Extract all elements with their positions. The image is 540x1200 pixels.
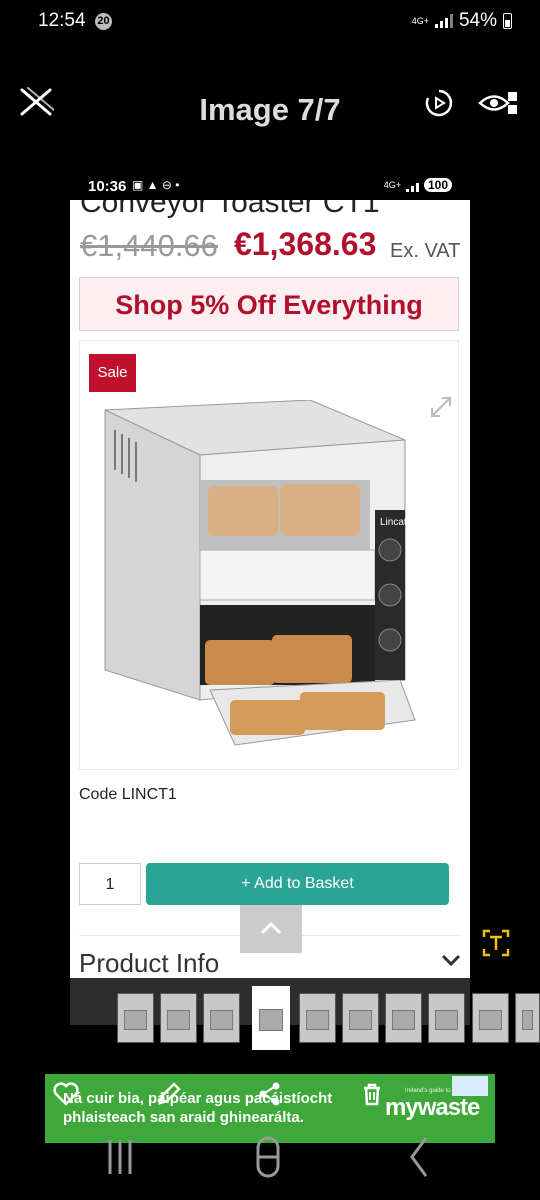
network-label: 4G+ <box>411 15 429 26</box>
ad-text-line1: Ná cuir bia, páipéar agus pacáistíocht <box>63 1090 333 1107</box>
inner-signal-icon <box>405 178 419 192</box>
thumbnail[interactable] <box>428 993 465 1043</box>
status-time: 12:54 <box>38 10 86 31</box>
thumbnail[interactable] <box>342 993 379 1043</box>
thumbnail-selected[interactable] <box>252 986 290 1050</box>
ad-choices-icon[interactable] <box>452 1076 488 1096</box>
ad-logo: mywaste <box>385 1094 480 1121</box>
old-price: €1,440.66 <box>80 228 218 263</box>
thumbnail[interactable] <box>385 993 422 1043</box>
thumbnail[interactable] <box>515 993 540 1043</box>
inner-network: 4G+ <box>383 180 401 190</box>
image-content[interactable]: Conveyor Toaster CT1 10:36 ▣ ▲ ⊖ • 4G+ 1… <box>70 170 470 1025</box>
scroll-to-top-button[interactable] <box>240 905 302 953</box>
inner-battery: 100 <box>423 178 452 192</box>
edit-icon[interactable] <box>155 1080 183 1108</box>
sale-badge: Sale <box>89 354 136 392</box>
thumbnail[interactable] <box>472 993 509 1043</box>
ad-text-line2: phlaisteach san araid ghinearálta. <box>63 1109 304 1126</box>
product-code: Code LINCT1 <box>79 786 177 803</box>
sale-price: €1,368.63 <box>234 226 377 262</box>
thumbnail[interactable] <box>299 993 336 1043</box>
viewer-title: Image 7/7 <box>199 92 341 127</box>
status-right: 4G+ 54% <box>412 10 512 32</box>
thumbnail[interactable] <box>117 993 154 1043</box>
thumbnail[interactable] <box>203 993 240 1043</box>
quantity-input[interactable]: 1 <box>79 863 141 905</box>
notification-badge: 20 <box>95 13 112 30</box>
share-icon[interactable] <box>256 1080 284 1108</box>
promo-banner[interactable]: Shop 5% Off Everything <box>79 277 459 331</box>
chevron-up-icon <box>260 921 282 935</box>
toaster-image: Lincat <box>104 400 416 746</box>
favourite-icon[interactable] <box>52 1080 80 1108</box>
inner-status-icons: ▣ ▲ ⊖ • <box>132 178 180 192</box>
inner-status-bar: 10:36 ▣ ▲ ⊖ • 4G+ 100 <box>70 170 470 200</box>
expand-icon[interactable] <box>428 394 454 420</box>
back-icon[interactable] <box>400 1132 440 1182</box>
product-info-heading[interactable]: Product Info <box>79 948 219 979</box>
inner-status-right: 4G+ 100 <box>384 178 452 192</box>
delete-icon[interactable] <box>358 1080 386 1108</box>
chevron-down-icon[interactable] <box>440 950 462 970</box>
view-icon[interactable] <box>478 86 520 120</box>
vat-label: Ex. VAT <box>390 240 461 262</box>
text-recognition-icon[interactable] <box>481 928 511 958</box>
motion-photo-icon[interactable] <box>424 88 454 118</box>
battery-icon <box>503 13 512 29</box>
add-to-basket-button[interactable]: + Add to Basket <box>146 863 449 905</box>
ad-text: Ná cuir bia, páipéar agus pacáistíocht p… <box>63 1089 363 1127</box>
signal-icon <box>434 14 453 28</box>
brand-label: Lincat <box>380 517 407 528</box>
thumbnail-strip[interactable] <box>117 986 540 1053</box>
recent-apps-icon[interactable] <box>100 1132 140 1182</box>
inner-status-time: 10:36 <box>88 178 127 195</box>
home-icon[interactable] <box>248 1132 288 1182</box>
battery-level: 54% <box>458 10 497 31</box>
thumbnail[interactable] <box>160 993 197 1043</box>
